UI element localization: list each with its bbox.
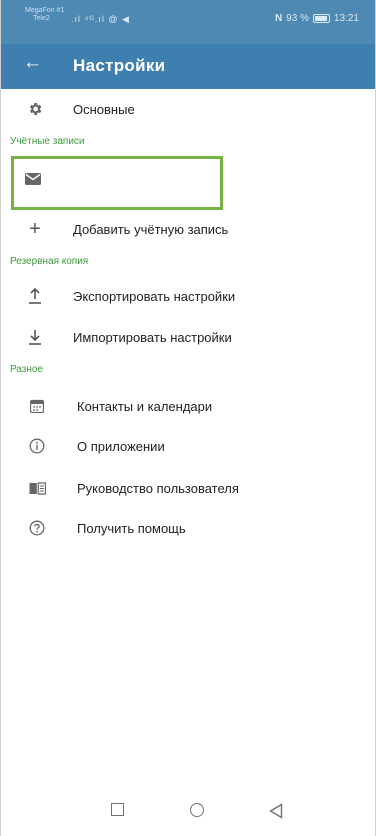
section-header-accounts: Учётные записи bbox=[10, 136, 85, 147]
battery-icon bbox=[312, 14, 330, 23]
help-icon bbox=[27, 520, 47, 536]
get-help-item[interactable]: Получить помощь bbox=[1, 515, 375, 541]
app-bar: ← Настройки bbox=[1, 44, 375, 89]
book-icon bbox=[27, 481, 47, 495]
import-icon bbox=[25, 329, 45, 345]
settings-item-label: Основные bbox=[73, 101, 135, 117]
recent-apps-icon[interactable] bbox=[111, 803, 124, 816]
settings-item-label: Получить помощь bbox=[77, 520, 186, 536]
settings-item-label: Контакты и календари bbox=[77, 398, 213, 414]
export-icon bbox=[25, 288, 45, 304]
carrier-1: MegaFon #1 bbox=[25, 7, 65, 14]
clock: 13:21 bbox=[333, 13, 359, 24]
carrier-2: Tele2 bbox=[33, 15, 50, 22]
add-account-item[interactable]: + Добавить учётную запись bbox=[1, 216, 375, 242]
battery-percent: 93 % bbox=[286, 13, 309, 24]
import-settings-item[interactable]: Импортировать настройки bbox=[1, 324, 375, 350]
back-triangle-icon[interactable] bbox=[269, 803, 283, 824]
nfc-icon: N bbox=[274, 13, 283, 24]
settings-item-label: Руководство пользователя bbox=[77, 480, 239, 496]
system-nav-bar bbox=[1, 790, 375, 836]
page-title: Настройки bbox=[73, 56, 166, 75]
status-bar: MegaFon #1 Tele2 .ıl ⁴ᴳ.ıl @ ◀ N 93 % 13… bbox=[1, 0, 375, 44]
settings-item-label: Добавить учётную запись bbox=[73, 221, 229, 237]
calendar-icon bbox=[27, 399, 47, 413]
plus-icon: + bbox=[29, 217, 41, 240]
settings-item-label: О приложении bbox=[77, 438, 165, 454]
carrier-names: MegaFon #1 Tele2 bbox=[25, 7, 64, 23]
home-icon[interactable] bbox=[190, 803, 204, 817]
settings-item-label: Импортировать настройки bbox=[73, 329, 232, 345]
account-highlight-frame bbox=[11, 156, 223, 210]
settings-item-general[interactable]: Основные bbox=[1, 96, 375, 122]
user-manual-item[interactable]: Руководство пользователя bbox=[1, 475, 375, 501]
settings-item-label: Экспортировать настройки bbox=[73, 288, 236, 304]
section-header-backup: Резервная копия bbox=[10, 256, 89, 267]
status-right: N 93 % 13:21 bbox=[275, 13, 359, 24]
contacts-calendars-item[interactable]: Контакты и календари bbox=[1, 393, 375, 419]
export-settings-item[interactable]: Экспортировать настройки bbox=[1, 283, 375, 309]
signal-icons: .ıl ⁴ᴳ.ıl @ ◀ bbox=[71, 14, 130, 24]
info-icon bbox=[27, 438, 47, 454]
gear-icon bbox=[25, 101, 45, 117]
about-item[interactable]: О приложении bbox=[1, 433, 375, 459]
section-header-misc: Разное bbox=[10, 364, 44, 375]
arrow-left-icon[interactable]: ← bbox=[23, 52, 42, 74]
